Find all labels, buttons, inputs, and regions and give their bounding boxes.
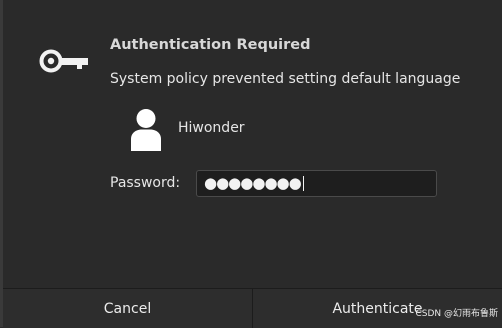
password-field[interactable]: ●●●●●●●● xyxy=(196,170,437,197)
user-name: Hiwonder xyxy=(178,120,245,136)
dialog-message: System policy prevented setting default … xyxy=(110,71,461,87)
cancel-button[interactable]: Cancel xyxy=(3,289,253,328)
text-caret xyxy=(302,176,304,191)
dialog-title: Authentication Required xyxy=(110,37,311,53)
watermark: CSDN @幻雨布鲁斯 xyxy=(415,309,498,319)
user-icon xyxy=(131,109,161,151)
password-label: Password: xyxy=(110,175,181,191)
authentication-dialog: Authentication Required System policy pr… xyxy=(3,0,502,327)
key-icon xyxy=(39,49,88,73)
password-masked-value: ●●●●●●●● xyxy=(204,174,302,192)
